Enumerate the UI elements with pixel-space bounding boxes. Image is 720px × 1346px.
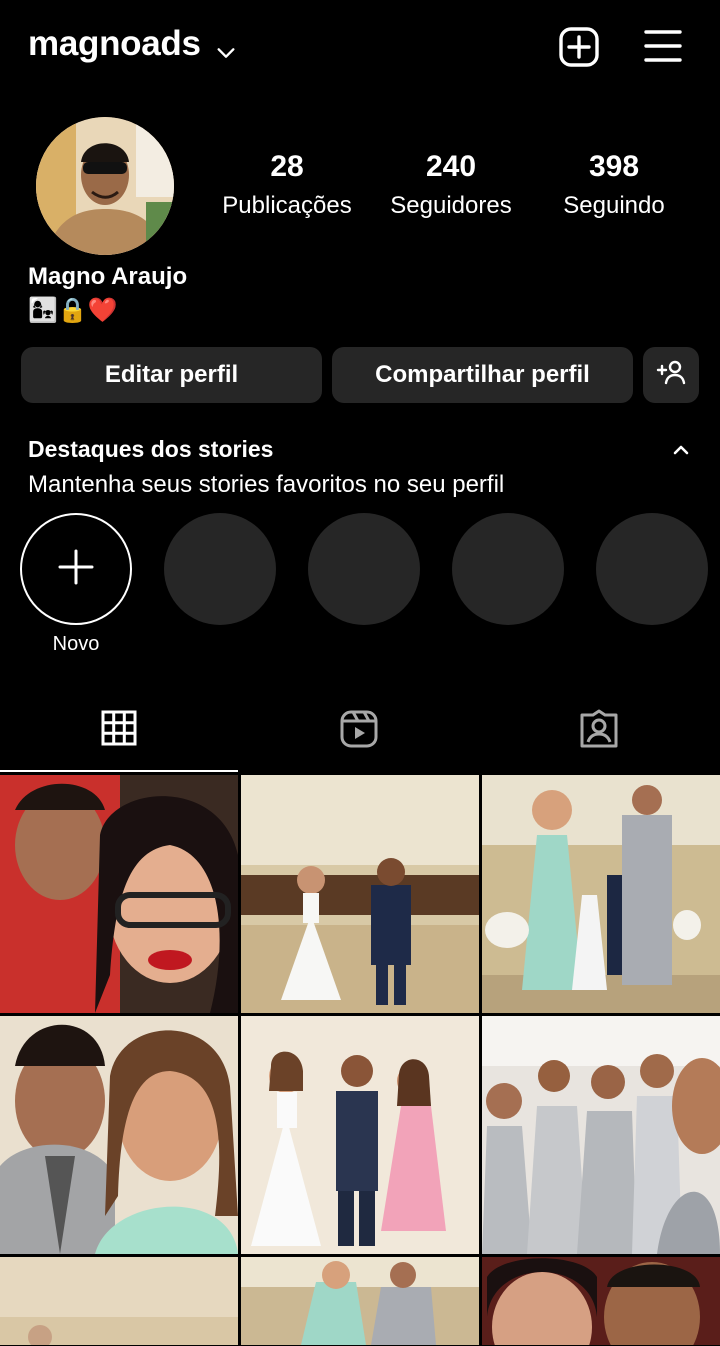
plus-icon bbox=[56, 547, 96, 592]
post-thumbnail[interactable] bbox=[0, 1257, 238, 1345]
grid-icon bbox=[101, 710, 137, 751]
stat-following[interactable]: 398 Seguindo bbox=[524, 150, 704, 220]
edit-profile-button[interactable]: Editar perfil bbox=[21, 347, 322, 403]
stat-posts[interactable]: 28 Publicações bbox=[197, 150, 377, 220]
top-bar: magnoads bbox=[0, 0, 720, 92]
tagged-icon bbox=[579, 709, 619, 754]
share-profile-button[interactable]: Compartilhar perfil bbox=[332, 347, 633, 403]
followers-label: Seguidores bbox=[390, 192, 512, 219]
stat-followers[interactable]: 240 Seguidores bbox=[361, 150, 541, 220]
tab-posts[interactable] bbox=[0, 690, 238, 772]
profile-tabs bbox=[0, 690, 720, 772]
profile-name: Magno Araujo bbox=[28, 263, 188, 290]
tab-tagged[interactable] bbox=[480, 690, 718, 772]
post-thumbnail[interactable] bbox=[482, 1016, 720, 1254]
account-switcher[interactable]: magnoads bbox=[28, 24, 237, 64]
add-user-icon bbox=[655, 356, 687, 395]
post-thumbnail[interactable] bbox=[0, 1016, 238, 1254]
highlight-placeholder bbox=[164, 513, 276, 625]
highlight-placeholder bbox=[596, 513, 708, 625]
highlights-title: Destaques dos stories bbox=[28, 436, 274, 462]
highlight-placeholder bbox=[452, 513, 564, 625]
highlights-subtitle: Mantenha seus stories favoritos no seu p… bbox=[28, 471, 505, 498]
new-highlight-label: Novo bbox=[52, 633, 100, 655]
followers-count: 240 bbox=[425, 150, 477, 183]
post-thumbnail[interactable] bbox=[241, 1016, 479, 1254]
chevron-up-icon[interactable] bbox=[668, 437, 694, 463]
following-label: Seguindo bbox=[563, 192, 665, 219]
post-thumbnail[interactable] bbox=[241, 1257, 479, 1345]
profile-bio: 👩‍👧🔒❤️ bbox=[28, 297, 118, 324]
post-thumbnail[interactable] bbox=[241, 775, 479, 1013]
post-thumbnail[interactable] bbox=[482, 1257, 720, 1345]
posts-label: Publicações bbox=[222, 192, 352, 219]
profile-avatar[interactable] bbox=[36, 117, 174, 255]
highlight-placeholder bbox=[308, 513, 420, 625]
reels-icon bbox=[339, 709, 379, 754]
following-count: 398 bbox=[588, 150, 640, 183]
hamburger-menu-icon[interactable] bbox=[642, 26, 684, 68]
plus-square-icon[interactable] bbox=[558, 26, 600, 68]
post-thumbnail[interactable] bbox=[0, 775, 238, 1013]
posts-count: 28 bbox=[270, 150, 304, 183]
chevron-down-icon bbox=[215, 33, 237, 58]
post-thumbnail[interactable] bbox=[482, 775, 720, 1013]
username: magnoads bbox=[28, 24, 201, 63]
new-highlight-button[interactable] bbox=[20, 513, 132, 625]
tab-reels[interactable] bbox=[240, 690, 478, 772]
discover-people-button[interactable] bbox=[643, 347, 699, 403]
